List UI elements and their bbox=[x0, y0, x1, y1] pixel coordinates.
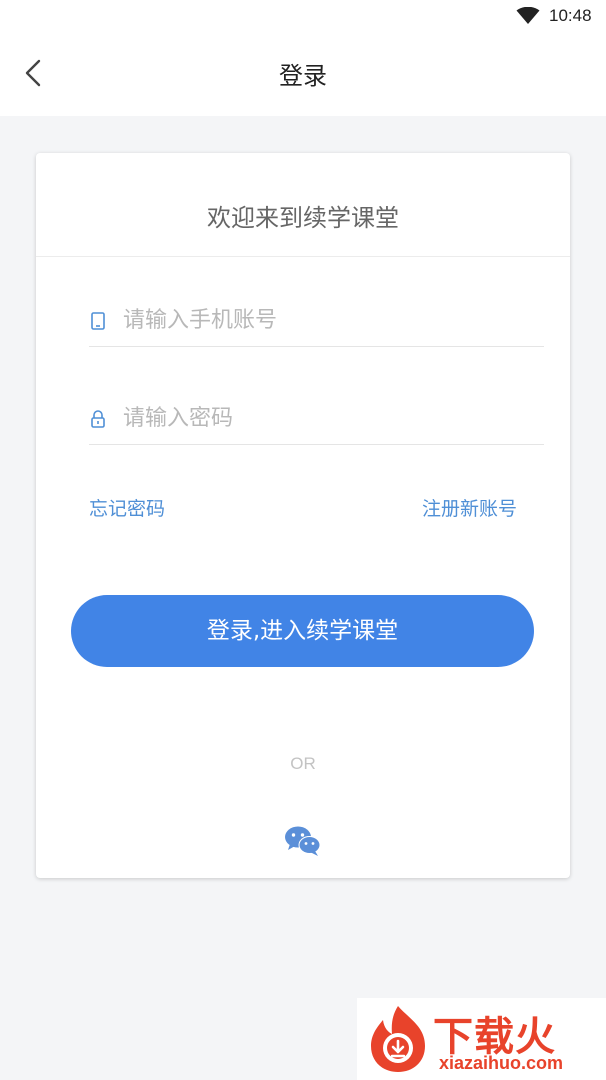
welcome-heading: 欢迎来到续学课堂 bbox=[207, 204, 399, 232]
page-title: 登录 bbox=[279, 62, 327, 90]
phone-icon bbox=[91, 312, 105, 330]
phone-input[interactable] bbox=[123, 302, 538, 338]
wifi-icon bbox=[516, 7, 540, 24]
register-link[interactable]: 注册新账号 bbox=[422, 494, 517, 521]
forgot-password-link[interactable]: 忘记密码 bbox=[89, 494, 165, 521]
password-input[interactable] bbox=[123, 400, 538, 436]
status-bar: 10:48 bbox=[0, 0, 606, 34]
wechat-icon[interactable] bbox=[284, 825, 322, 857]
login-button[interactable]: 登录,进入续学课堂 bbox=[71, 595, 534, 667]
login-card: 欢迎来到续学课堂 忘记密码 注册新账号 登录,进入续学课堂 OR bbox=[36, 153, 570, 878]
watermark-domain: xiazaihuo.com bbox=[439, 1053, 564, 1073]
flame-logo-icon bbox=[371, 1006, 425, 1072]
card-divider bbox=[36, 256, 570, 257]
password-field bbox=[89, 384, 544, 445]
watermark: 下载火 xiazaihuo.com bbox=[357, 998, 606, 1080]
app-header: 登录 bbox=[0, 34, 606, 116]
lock-icon bbox=[91, 410, 105, 428]
status-time: 10:48 bbox=[549, 6, 592, 25]
phone-field bbox=[89, 286, 544, 347]
or-divider-text: OR bbox=[290, 754, 316, 773]
